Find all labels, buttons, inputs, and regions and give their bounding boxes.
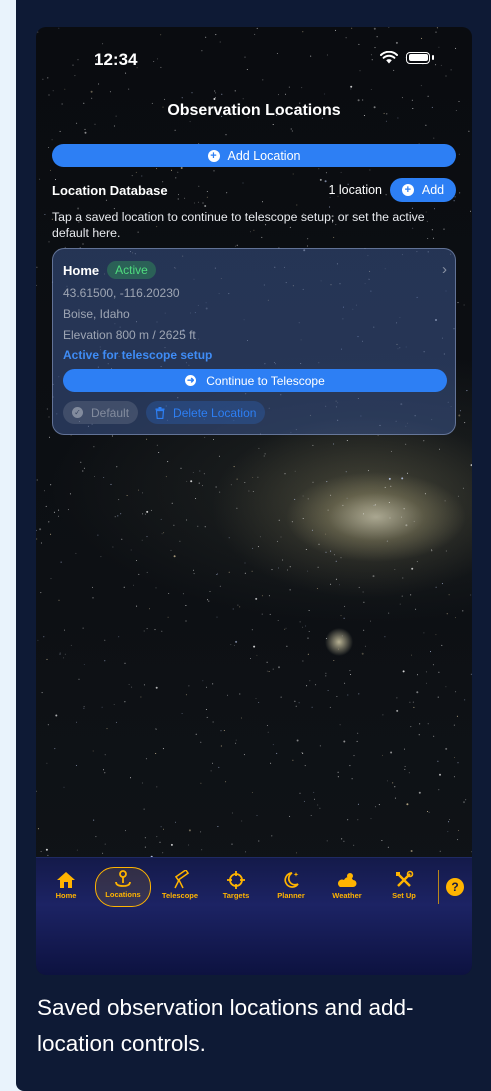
- location-pin-icon: [115, 870, 131, 887]
- tab-home[interactable]: Home: [40, 869, 92, 907]
- location-card-header: Home Active: [63, 261, 156, 279]
- tab-bar: Home Locations Telescope Targets Planner…: [36, 857, 472, 975]
- battery-icon: [406, 51, 430, 64]
- crosshair-icon: [227, 871, 245, 889]
- screenshot-caption: Saved observation locations and add-loca…: [37, 995, 414, 1056]
- starfield-background: [36, 27, 472, 858]
- arrow-right-circle-icon: ➜: [185, 375, 197, 386]
- battery-tip: [432, 55, 434, 60]
- location-name: Home: [63, 262, 100, 278]
- default-label: Default: [91, 405, 130, 420]
- location-database-title: Location Database: [52, 182, 168, 198]
- tab-setup[interactable]: Set Up: [378, 869, 430, 907]
- add-label: Add: [421, 183, 445, 197]
- delete-location-button[interactable]: Delete Location: [146, 401, 266, 424]
- continue-label: Continue to Telescope: [206, 373, 325, 388]
- help-button[interactable]: ?: [446, 878, 464, 896]
- tab-setup-label: Set Up: [392, 891, 416, 900]
- location-action-row: ✓ Default Delete Location: [63, 401, 266, 424]
- active-for-setup-note: Active for telescope setup: [63, 348, 213, 362]
- phone-screen: 12:34 Observation Locations + Add Locati…: [36, 27, 472, 975]
- cloud-sun-icon: [337, 873, 357, 887]
- continue-to-telescope-button[interactable]: ➜ Continue to Telescope: [63, 369, 447, 392]
- tab-planner[interactable]: Planner: [265, 869, 317, 907]
- moon-star-icon: [284, 872, 299, 888]
- tab-weather-label: Weather: [332, 891, 362, 900]
- tab-targets-label: Targets: [222, 891, 250, 900]
- add-location-label: Add Location: [227, 148, 301, 163]
- plus-circle-icon: +: [401, 184, 414, 196]
- location-database-header: Location Database 1 location + Add: [52, 178, 456, 202]
- default-button[interactable]: ✓ Default: [63, 401, 139, 424]
- location-help-text: Tap a saved location to continue to tele…: [52, 210, 425, 240]
- tab-home-label: Home: [55, 891, 77, 900]
- tab-telescope-label: Telescope: [161, 891, 199, 900]
- status-time: 12:34: [94, 50, 138, 69]
- chevron-right-icon: ›: [442, 261, 447, 278]
- page-title: Observation Locations: [167, 102, 341, 119]
- location-coordinates: 43.61500, -116.20230: [63, 286, 180, 300]
- plus-circle-icon: +: [207, 149, 220, 162]
- location-elevation: Elevation 800 m / 2625 ft: [63, 328, 196, 342]
- tab-targets[interactable]: Targets: [210, 869, 262, 907]
- location-place: Boise, Idaho: [63, 307, 130, 321]
- add-button[interactable]: + Add: [390, 178, 456, 202]
- wifi-icon: [380, 51, 398, 64]
- status-icons: [380, 51, 434, 64]
- add-location-button[interactable]: + Add Location: [52, 144, 456, 167]
- tab-planner-label: Planner: [277, 891, 305, 900]
- tab-locations[interactable]: Locations: [95, 867, 151, 907]
- tab-locations-label: Locations: [105, 890, 141, 899]
- tab-divider: [438, 870, 439, 904]
- tab-telescope[interactable]: Telescope: [154, 869, 206, 907]
- check-circle-icon: ✓: [72, 407, 83, 418]
- active-badge: Active: [107, 261, 156, 279]
- location-count: 1 location: [328, 183, 382, 197]
- trash-icon: [155, 406, 165, 419]
- telescope-icon: [174, 870, 190, 889]
- delete-label: Delete Location: [173, 405, 257, 420]
- home-icon: [57, 872, 75, 888]
- location-card-home[interactable]: Home Active › 43.61500, -116.20230 Boise…: [52, 248, 456, 435]
- tools-icon: [396, 870, 414, 887]
- tab-weather[interactable]: Weather: [321, 869, 373, 907]
